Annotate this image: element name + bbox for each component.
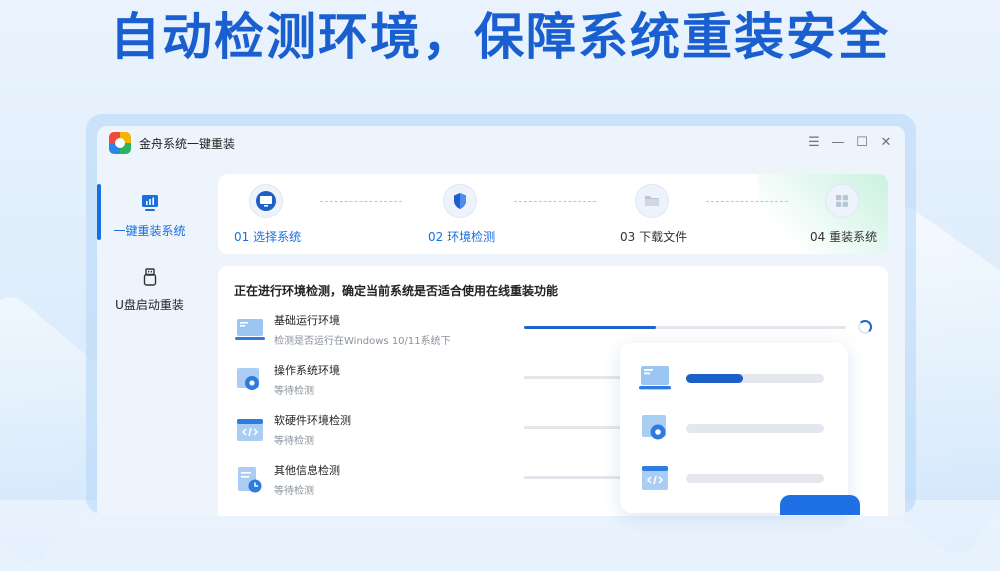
close-icon[interactable]: ✕: [875, 132, 897, 154]
steps-progress: 01 选择系统 02 环境检测 03 下载文件 04 重装系统: [218, 174, 888, 254]
step-label: 01 选择系统: [234, 230, 302, 244]
float-row: [638, 413, 838, 449]
check-row-name: 操作系统环境: [274, 364, 340, 377]
check-title: 正在进行环境检测，确定当前系统是否适合使用在线重装功能: [234, 284, 559, 298]
step-connector: [514, 201, 596, 202]
sidebar-item-usb-reinstall[interactable]: U盘启动重装: [97, 268, 202, 328]
menu-icon[interactable]: ☰: [803, 132, 825, 154]
progress-fill: [524, 326, 657, 329]
action-button[interactable]: [780, 495, 860, 515]
step-label: 04 重装系统: [810, 230, 878, 244]
progress-track: [686, 424, 824, 433]
step-reinstall-system: [825, 184, 859, 218]
code-window-icon: [237, 419, 263, 441]
maximize-icon[interactable]: ☐: [851, 132, 873, 154]
check-row-status: 等待检测: [274, 436, 314, 447]
laptop-icon: [639, 366, 671, 390]
check-row-name: 基础运行环境: [274, 314, 340, 327]
step-label: 02 环境检测: [428, 230, 496, 244]
step-download-files: [635, 184, 669, 218]
shield-icon: [454, 193, 466, 209]
windows-grid-icon: [836, 195, 848, 207]
progress-fill: [686, 374, 743, 383]
title-bar: 金舟系统一键重装 ☰ — ☐ ✕: [97, 126, 905, 160]
progress-track: [524, 326, 846, 329]
step-label: 03 下载文件: [620, 230, 688, 244]
minimize-icon[interactable]: —: [827, 132, 849, 154]
step-connector: [706, 201, 788, 202]
monitor-icon: [256, 191, 276, 211]
check-row-status: 等待检测: [274, 386, 314, 397]
progress-track: [686, 474, 824, 483]
step-connector: [320, 201, 402, 202]
step-environment-check: [443, 184, 477, 218]
floating-progress-card: [620, 343, 848, 513]
os-settings-icon: [642, 415, 666, 440]
monitor-chart-icon: [142, 195, 158, 211]
check-row-name: 软硬件环境检测: [274, 414, 351, 427]
code-window-icon: [642, 466, 668, 490]
check-row-name: 其他信息检测: [274, 464, 340, 477]
os-settings-icon: [237, 368, 259, 390]
laptop-icon: [235, 319, 265, 340]
float-row: [638, 363, 838, 399]
sidebar-item-label: U盘启动重装: [115, 298, 184, 312]
folder-icon: [645, 196, 659, 206]
check-row-status: 检测是否运行在Windows 10/11系统下: [274, 336, 451, 347]
float-row: [638, 463, 838, 499]
check-row-status: 等待检测: [274, 486, 314, 497]
app-title: 金舟系统一键重装: [139, 137, 236, 151]
sidebar-item-label: 一键重装系统: [113, 224, 186, 238]
step-select-system: [249, 184, 283, 218]
page-headline: 自动检测环境，保障系统重装安全: [110, 8, 890, 66]
progress-track: [686, 374, 824, 383]
sidebar: 一键重装系统 U盘启动重装: [97, 160, 202, 516]
loading-spinner-icon: [858, 320, 872, 334]
app-logo-icon: [109, 132, 131, 154]
usb-drive-icon: [143, 268, 157, 286]
document-clock-icon: [238, 467, 262, 493]
sidebar-item-one-click-reinstall[interactable]: 一键重装系统: [97, 184, 202, 254]
